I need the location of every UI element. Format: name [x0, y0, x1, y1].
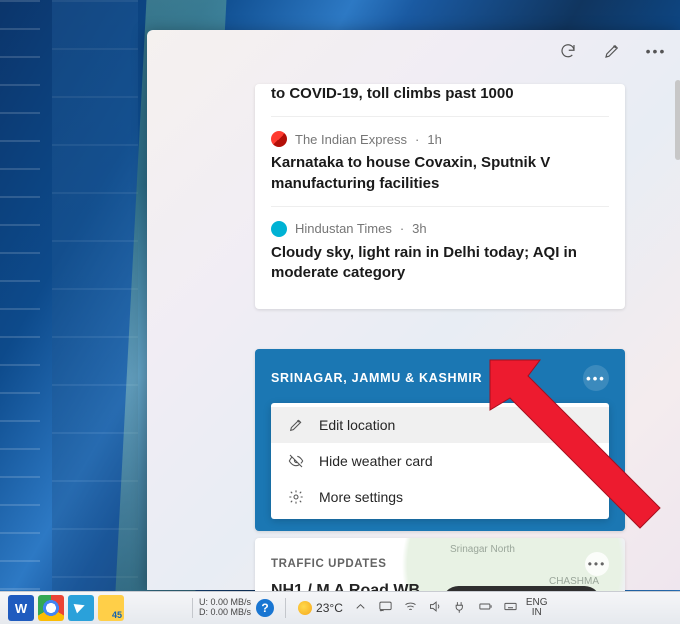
pencil-icon — [287, 417, 305, 433]
eye-off-icon — [287, 453, 305, 469]
explorer-badge: 45 — [112, 610, 122, 620]
menu-item-label: More settings — [319, 489, 403, 505]
taskbar-app-telegram[interactable] — [68, 595, 94, 621]
bg-decor — [0, 0, 40, 624]
news-source: Hindustan Times — [295, 221, 392, 236]
news-source-row: Hindustan Times · 3h — [271, 221, 609, 237]
refresh-button[interactable] — [557, 40, 579, 62]
speaker-icon[interactable] — [428, 599, 443, 617]
network-upload: U: 0.00 MB/s D: 0.00 MB/s — [199, 598, 251, 618]
taskbar-app-word[interactable]: W — [8, 595, 34, 621]
edit-button[interactable] — [601, 40, 623, 62]
help-icon[interactable]: ? — [256, 599, 274, 617]
menu-more-settings[interactable]: More settings — [271, 479, 609, 515]
news-age: 1h — [427, 132, 441, 147]
gear-icon — [287, 489, 305, 505]
traffic-title: TRAFFIC UPDATES — [271, 558, 386, 570]
panel-toolbar: ••• — [557, 40, 667, 62]
news-headline: Cloudy sky, light rain in Delhi today; A… — [271, 243, 609, 284]
system-tray — [353, 599, 518, 617]
news-headline: Karnataka to house Covaxin, Sputnik V ma… — [271, 153, 609, 194]
weather-more-button[interactable]: ••• — [583, 365, 609, 391]
weather-card: SRINAGAR, JAMMU & KASHMIR ••• Edit locat… — [255, 349, 625, 531]
language-indicator[interactable]: ENG IN — [526, 598, 548, 619]
weather-location: SRINAGAR, JAMMU & KASHMIR — [271, 371, 482, 385]
desktop-background: ••• to COVID-19, toll climbs past 1000 T… — [0, 0, 680, 624]
panel-scrollbar[interactable] — [675, 80, 680, 160]
news-item[interactable]: Hindustan Times · 3h Cloudy sky, light r… — [271, 206, 609, 296]
panel-more-button[interactable]: ••• — [645, 40, 667, 62]
news-card: to COVID-19, toll climbs past 1000 The I… — [255, 84, 625, 309]
tray-chevron-up-icon[interactable] — [353, 599, 368, 617]
keyboard-icon[interactable] — [503, 599, 518, 617]
widgets-panel: ••• to COVID-19, toll climbs past 1000 T… — [147, 30, 680, 590]
weather-header: SRINAGAR, JAMMU & KASHMIR ••• — [271, 365, 609, 391]
taskbar-weather[interactable]: 23°C — [298, 601, 343, 615]
sun-icon — [298, 601, 312, 615]
indian-express-icon — [271, 131, 287, 147]
news-source-row: The Indian Express · 1h — [271, 131, 609, 147]
traffic-more-button[interactable]: ••• — [585, 552, 609, 576]
news-item[interactable]: The Indian Express · 1h Karnataka to hou… — [271, 116, 609, 206]
menu-item-label: Hide weather card — [319, 453, 433, 469]
pencil-icon — [603, 42, 621, 60]
taskbar-divider — [192, 598, 193, 618]
taskbar: W 45 U: 0.00 MB/s D: 0.00 MB/s ? 23°C EN… — [0, 591, 680, 624]
hindustan-times-icon — [271, 221, 287, 237]
menu-hide-weather[interactable]: Hide weather card — [271, 443, 609, 479]
battery-icon[interactable] — [478, 599, 493, 617]
taskbar-app-chrome[interactable] — [38, 595, 64, 621]
news-item[interactable]: to COVID-19, toll climbs past 1000 — [271, 84, 609, 116]
taskbar-divider — [285, 598, 286, 618]
taskbar-temp: 23°C — [316, 601, 343, 615]
news-source: The Indian Express — [295, 132, 407, 147]
news-headline: to COVID-19, toll climbs past 1000 — [271, 84, 609, 104]
plug-icon[interactable] — [453, 599, 468, 617]
wifi-icon[interactable] — [403, 599, 418, 617]
menu-edit-location[interactable]: Edit location — [271, 407, 609, 443]
cast-icon[interactable] — [378, 599, 393, 617]
weather-context-menu: Edit location Hide weather card More set… — [271, 403, 609, 519]
refresh-icon — [559, 42, 577, 60]
menu-item-label: Edit location — [319, 417, 395, 433]
news-age: 3h — [412, 221, 426, 236]
taskbar-app-explorer[interactable]: 45 — [98, 595, 124, 621]
